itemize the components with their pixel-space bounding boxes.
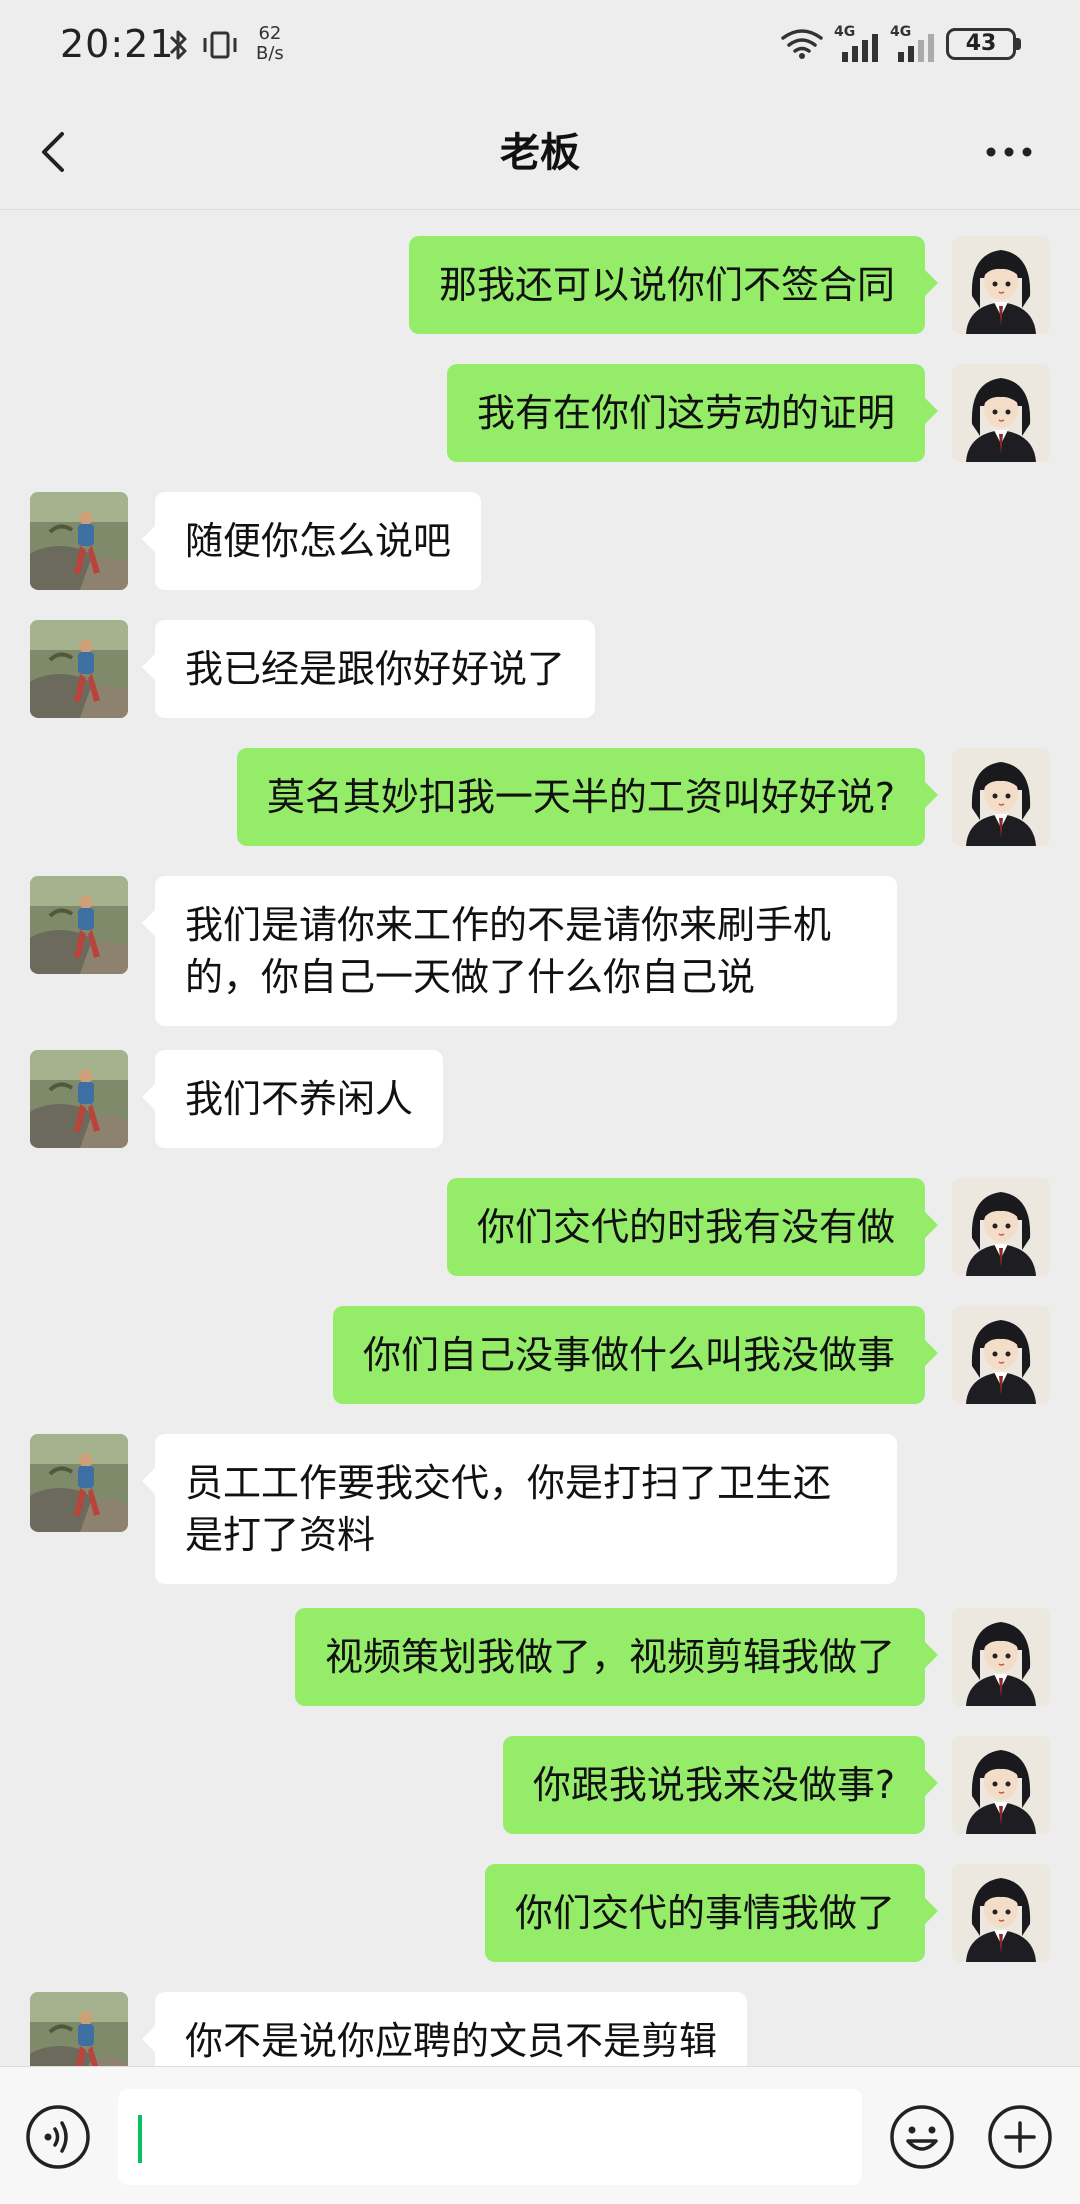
- wifi-icon: [781, 29, 823, 59]
- signal-icon: 4G: [890, 24, 940, 62]
- message-bubble-sent[interactable]: 你们交代的时我有没有做: [446, 1178, 939, 1276]
- chat-title: 老板: [500, 130, 580, 176]
- input-bar: [0, 2066, 1080, 2204]
- message-bubble-sent[interactable]: 你跟我说我来没做事?: [502, 1736, 939, 1834]
- avatar[interactable]: [30, 1050, 128, 1148]
- message-bubble-sent[interactable]: 我有在你们这劳动的证明: [446, 364, 939, 462]
- bluetooth-icon: [169, 30, 187, 60]
- message-bubble-sent[interactable]: 莫名其妙扣我一天半的工资叫好好说?: [236, 748, 939, 846]
- avatar[interactable]: [952, 1864, 1050, 1962]
- battery-level: 43: [965, 31, 997, 56]
- message-bubble-received[interactable]: 员工工作要我交代，你是打扫了卫生还是打了资料: [142, 1434, 897, 1584]
- avatar[interactable]: [30, 1434, 128, 1532]
- message-bubble-received[interactable]: 我们是请你来工作的不是请你来刷手机的，你自己一天做了什么你自己说: [142, 876, 897, 1026]
- emoji-icon[interactable]: [888, 2103, 956, 2171]
- avatar[interactable]: [30, 492, 128, 590]
- avatar[interactable]: [952, 1608, 1050, 1706]
- message-bubble-received[interactable]: 随便你怎么说吧: [141, 492, 482, 590]
- net-speed: 62 B/s: [256, 24, 284, 64]
- status-time: 20:21: [60, 22, 175, 66]
- message-list[interactable]: 那我还可以说你们不签合同 我有在你们这劳动的证明 随便你怎么说吧 我已经是跟你好…: [0, 210, 1080, 2066]
- avatar[interactable]: [952, 1178, 1050, 1276]
- net-speed-value: 62: [258, 23, 282, 44]
- plus-icon[interactable]: [986, 2103, 1054, 2171]
- avatar[interactable]: [952, 364, 1050, 462]
- avatar[interactable]: [952, 1736, 1050, 1834]
- message-bubble-sent[interactable]: 你们自己没事做什么叫我没做事: [332, 1306, 939, 1404]
- vibrate-icon: [203, 31, 237, 59]
- avatar[interactable]: [30, 620, 128, 718]
- chat-header: 老板: [0, 92, 1080, 210]
- text-caret: [138, 2115, 142, 2163]
- message-bubble-received[interactable]: 我们不养闲人: [141, 1050, 444, 1148]
- voice-icon[interactable]: [24, 2103, 92, 2171]
- avatar[interactable]: [30, 876, 128, 974]
- avatar[interactable]: [952, 236, 1050, 334]
- message-input[interactable]: [118, 2089, 862, 2185]
- message-bubble-sent[interactable]: 视频策划我做了，视频剪辑我做了: [294, 1608, 939, 1706]
- message-bubble-sent[interactable]: 那我还可以说你们不签合同: [408, 236, 939, 334]
- status-bar: 20:21 62 B/s 4G 4G 43: [0, 0, 1080, 92]
- avatar[interactable]: [952, 748, 1050, 846]
- battery-icon: 43: [946, 28, 1016, 60]
- message-bubble-received[interactable]: 你不是说你应聘的文员不是剪辑: [141, 1992, 748, 2066]
- avatar[interactable]: [952, 1306, 1050, 1404]
- signal-icon: 4G: [834, 24, 884, 62]
- message-bubble-sent[interactable]: 你们交代的事情我做了: [484, 1864, 939, 1962]
- avatar[interactable]: [30, 1992, 128, 2066]
- net-speed-unit: B/s: [256, 43, 284, 64]
- more-dots-icon[interactable]: [976, 122, 1046, 182]
- message-bubble-received[interactable]: 我已经是跟你好好说了: [141, 620, 596, 718]
- battery-tip: [1016, 38, 1021, 50]
